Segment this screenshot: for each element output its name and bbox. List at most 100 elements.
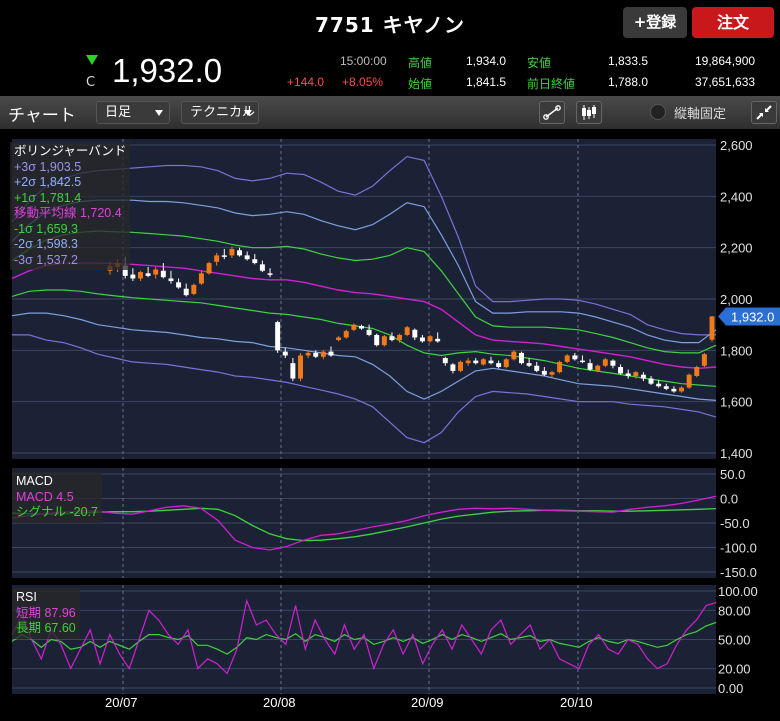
x-tick-label: 20/08: [263, 695, 296, 710]
candle-body: [252, 259, 258, 264]
candle-body: [145, 273, 151, 276]
candle-body: [206, 263, 212, 274]
y-tick-label: -150.0: [720, 565, 757, 578]
y-tick-label: 100.00: [718, 584, 758, 599]
candle-body: [229, 248, 235, 256]
chevron-down-icon: [155, 110, 163, 116]
candle-body: [526, 363, 532, 366]
candle-body: [625, 373, 631, 376]
y-tick-label: 50.0: [720, 468, 745, 482]
candlestick-icon: [582, 105, 596, 120]
candle-body: [419, 337, 425, 342]
candle-body: [275, 322, 281, 351]
candle-settings-button[interactable]: [576, 101, 602, 124]
collapse-arrows-icon: [756, 105, 772, 120]
candle-body: [465, 360, 471, 364]
candle-body: [320, 351, 326, 357]
y-tick-label: 1,600: [720, 395, 753, 410]
legend-plus1: +1σ 1,781.4: [14, 190, 82, 205]
y-tick-label: 0.00: [718, 681, 743, 696]
candle-body: [160, 270, 166, 278]
macd-chart[interactable]: 50.0 0.0 -50.0 -100.0 -150.0: [0, 467, 780, 580]
candle-body: [701, 354, 707, 366]
candle-body: [130, 274, 136, 279]
y-tick-label: 0.0: [720, 492, 738, 507]
y-tick-label: 2,000: [720, 292, 753, 307]
x-tick-label: 20/10: [560, 695, 593, 710]
macd-legend: MACD MACD 4.5 シグナル -20.7: [12, 472, 102, 523]
candle-body: [290, 363, 296, 379]
candle-body: [618, 367, 624, 374]
candle-body: [366, 329, 372, 335]
open-value: 1,841.5: [466, 75, 507, 89]
candle-body: [587, 363, 593, 370]
candle-body: [480, 359, 486, 365]
y-tick-label: 1,800: [720, 343, 753, 358]
candle-body: [221, 255, 227, 257]
candle-body: [640, 374, 646, 379]
candle-body: [138, 272, 143, 279]
legend-ma: 移動平均線 1,720.4: [14, 206, 122, 220]
rsi-legend-short: 短期 87.96: [16, 605, 76, 620]
fix-axis-label: 縦軸固定: [674, 107, 727, 122]
order-button[interactable]: 注文: [692, 7, 774, 38]
candle-body: [412, 329, 418, 338]
legend-minus3: -3σ 1,537.2: [14, 252, 79, 267]
open-label: 始値: [408, 77, 433, 91]
chevron-down-icon: [244, 110, 252, 116]
register-button[interactable]: +登録: [623, 7, 687, 38]
candle-body: [237, 250, 243, 256]
y-tick-label: 2,200: [720, 241, 753, 256]
candle-body: [313, 352, 319, 357]
candle-body: [168, 278, 174, 282]
candle-body: [503, 359, 509, 368]
quote-time: 15:00:00: [340, 54, 387, 68]
period-select[interactable]: 日足: [96, 101, 170, 124]
candle-body: [351, 324, 357, 330]
bollinger-legend: ボリンジャーバンド +3σ 1,903.5 +2σ 1,842.5 +1σ 1,…: [10, 142, 131, 270]
y-tick-label: 20.00: [718, 662, 751, 677]
candle-body: [686, 374, 692, 388]
macd-legend-signal: シグナル -20.7: [16, 505, 98, 519]
chart-title: チャート: [8, 106, 76, 126]
rsi-chart[interactable]: 100.00 80.00 50.00 20.00 0.00 20/07 20/08 20/09…: [0, 582, 780, 721]
x-tick-label: 20/07: [105, 695, 138, 710]
price-chart-panel: 2,600 2,400 2,200 2,000 1,800 1,600 1,400 1,932…: [0, 131, 780, 466]
candle-body: [602, 359, 608, 366]
candle-body: [579, 360, 585, 363]
candle-body: [610, 360, 616, 366]
candle-body: [679, 387, 684, 392]
y-tick-label: 50.00: [718, 633, 751, 648]
draw-line-button[interactable]: [539, 101, 565, 124]
candle-body: [397, 334, 403, 341]
high-value: 1,934.0: [466, 54, 507, 68]
macd-legend-title: MACD: [16, 474, 53, 488]
rsi-panel: 100.00 80.00 50.00 20.00 0.00 20/07 20/08 20/09…: [0, 582, 780, 721]
candle-body: [541, 370, 547, 375]
candle-body: [343, 331, 349, 338]
candle-body: [244, 255, 250, 260]
candle-body: [389, 336, 395, 341]
turnover-value: 37,651,633: [695, 75, 756, 89]
y-tick-label: 2,400: [720, 189, 753, 204]
candle-body: [305, 352, 311, 356]
top-bar: 7751 キヤノン +登録 注文: [0, 0, 780, 44]
trend-line-icon: [543, 105, 561, 120]
candle-body: [564, 355, 570, 362]
candle-body: [663, 386, 669, 389]
candle-body: [450, 364, 456, 371]
candle-body: [328, 351, 334, 356]
fullscreen-button[interactable]: [751, 101, 777, 124]
fix-axis-toggle[interactable]: [650, 104, 666, 120]
candle-body: [282, 351, 288, 356]
candle-body: [259, 264, 265, 271]
candle-body: [633, 372, 639, 376]
macd-panel: 50.0 0.0 -50.0 -100.0 -150.0 MACD MACD 4.5 シ…: [0, 467, 780, 580]
candle-body: [709, 316, 715, 340]
down-arrow-icon: [86, 55, 98, 65]
candle-body: [511, 351, 517, 360]
technical-select[interactable]: テクニカル: [181, 101, 259, 124]
price-change-pct: +8.05%: [342, 75, 384, 89]
last-price-tag-label: 1,932.0: [731, 309, 774, 324]
candle-body: [358, 325, 364, 329]
